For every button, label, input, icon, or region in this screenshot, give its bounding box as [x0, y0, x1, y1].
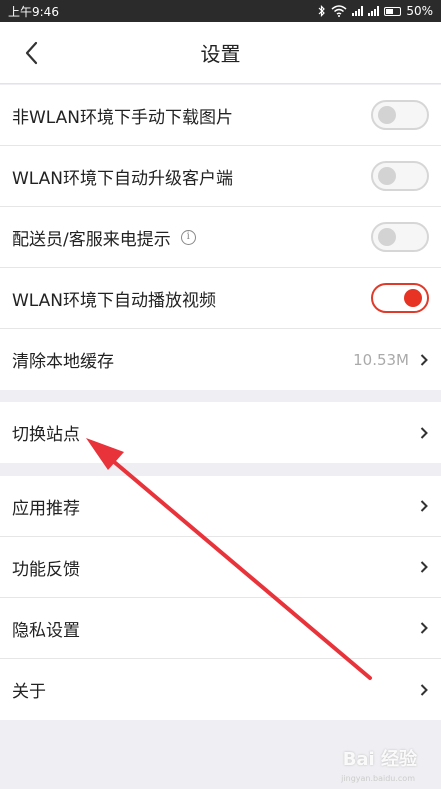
setting-row-call-alert: 配送员/客服来电提示 i: [0, 207, 441, 268]
bluetooth-icon: [318, 5, 326, 17]
setting-label-wrap: 配送员/客服来电提示 i: [12, 225, 196, 250]
toggle-call-alert[interactable]: [371, 222, 429, 252]
chevron-right-icon: [420, 683, 428, 696]
signal-2-icon: [368, 6, 380, 16]
page-title: 设置: [200, 42, 241, 66]
info-icon[interactable]: i: [180, 229, 196, 245]
toggle-autoplay-video[interactable]: [371, 283, 429, 313]
toggle-knob: [378, 167, 396, 185]
chevron-right-icon: [420, 500, 428, 512]
setting-row-switch-site[interactable]: 切换站点: [0, 402, 441, 463]
cache-right: 10.53M: [353, 351, 429, 369]
setting-row-feedback[interactable]: 功能反馈: [0, 537, 441, 598]
toggle-knob: [378, 106, 396, 124]
toggle-knob: [404, 289, 422, 307]
settings-group-site: 切换站点: [0, 402, 441, 463]
status-bar: 上午9:46 50%: [0, 0, 441, 22]
setting-label: 配送员/客服来电提示: [12, 229, 171, 250]
chevron-right-icon: [420, 561, 428, 573]
cache-size: 10.53M: [353, 350, 409, 369]
setting-label: WLAN环境下自动升级客户端: [12, 168, 234, 189]
setting-label: 应用推荐: [12, 498, 80, 519]
status-time: 上午9:46: [8, 4, 59, 19]
toggle-auto-upgrade[interactable]: [371, 161, 429, 191]
setting-label: 关于: [12, 682, 46, 702]
setting-label: 隐私设置: [12, 620, 80, 641]
signal-1-icon: [352, 6, 364, 16]
battery-percent: 50%: [406, 4, 433, 18]
battery-icon: [384, 6, 402, 16]
chevron-right-icon: [420, 426, 428, 439]
chevron-right-icon: [420, 622, 428, 634]
setting-row-auto-upgrade: WLAN环境下自动升级客户端: [0, 146, 441, 207]
status-icons: 50%: [318, 4, 433, 18]
setting-row-clear-cache[interactable]: 清除本地缓存 10.53M: [0, 329, 441, 390]
setting-row-about[interactable]: 关于: [0, 659, 441, 720]
settings-group-more: 应用推荐 功能反馈 隐私设置 关于: [0, 476, 441, 720]
setting-row-privacy[interactable]: 隐私设置: [0, 598, 441, 659]
chevron-right-icon: [420, 353, 428, 366]
watermark-logo: Bai 经验: [342, 749, 417, 770]
wifi-icon: [331, 5, 347, 17]
setting-label: WLAN环境下自动播放视频: [12, 290, 217, 311]
watermark-url: jingyan.baidu.com: [341, 774, 415, 783]
toggle-manual-download-images[interactable]: [371, 100, 429, 130]
setting-label: 功能反馈: [12, 559, 80, 580]
setting-label: 切换站点: [12, 425, 80, 445]
toggle-knob: [378, 228, 396, 246]
setting-label: 清除本地缓存: [12, 352, 114, 372]
settings-group-general: 非WLAN环境下手动下载图片 WLAN环境下自动升级客户端 配送员/客服来电提示…: [0, 85, 441, 390]
back-icon[interactable]: [20, 39, 48, 67]
setting-label: 非WLAN环境下手动下载图片: [12, 107, 234, 128]
setting-row-autoplay-video: WLAN环境下自动播放视频: [0, 268, 441, 329]
nav-bar: 设置: [0, 22, 441, 84]
setting-row-app-recommend[interactable]: 应用推荐: [0, 476, 441, 537]
setting-row-manual-download-images: 非WLAN环境下手动下载图片: [0, 85, 441, 146]
